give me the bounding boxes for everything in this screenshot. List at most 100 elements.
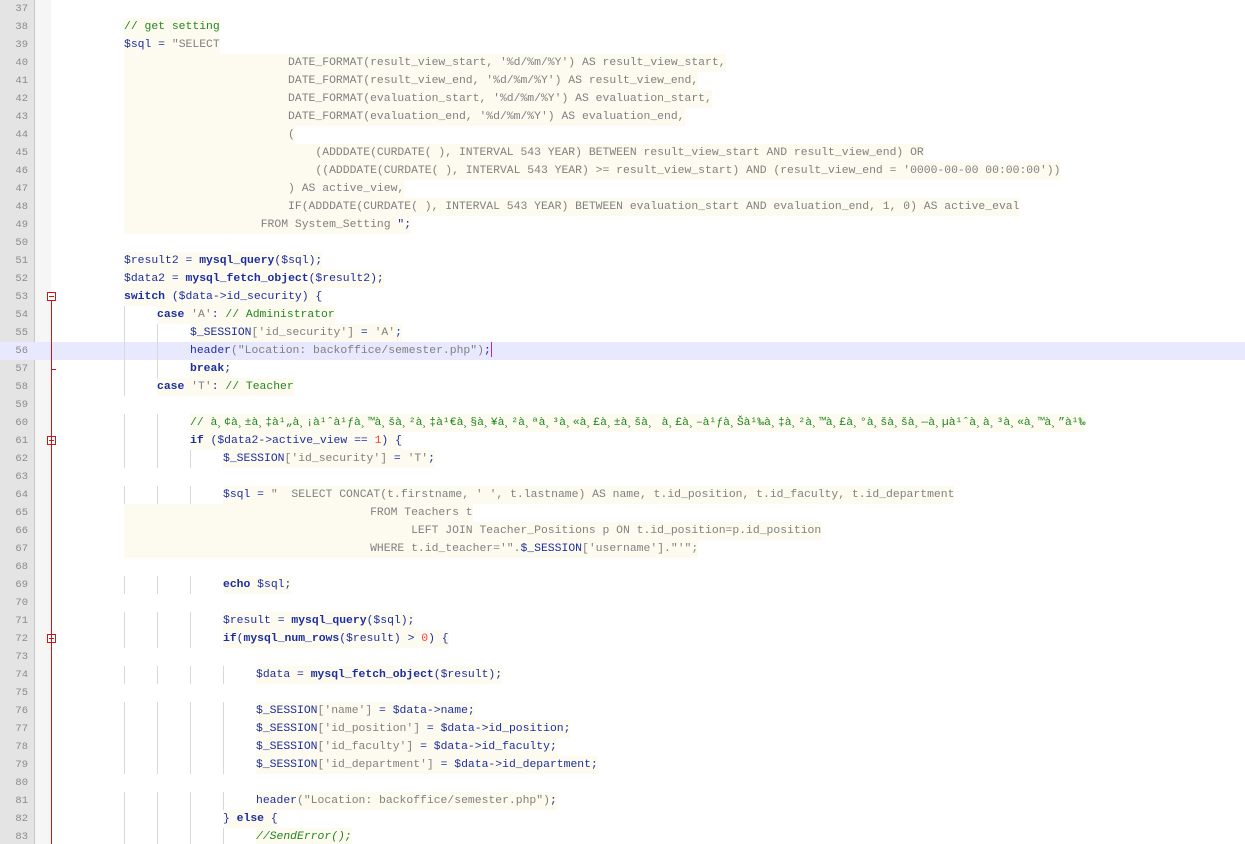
code-line-81[interactable]: 81 header("Location: backoffice/semester.… — [0, 792, 1245, 810]
code-line-58[interactable]: 58 case 'T': // Teacher — [0, 378, 1245, 396]
code-line-45[interactable]: 45 (ADDDATE(CURDATE( ), INTERVAL 543 YEA… — [0, 144, 1245, 162]
code-line-60[interactable]: 60 // à¸¢à¸±à¸‡à¹„à¸¡à¹ˆà¹ƒà¸™à¸šà¸²à¸‡à¹… — [0, 414, 1245, 432]
line-number: 58 — [15, 381, 28, 393]
indent-guide — [124, 792, 125, 810]
code-text: // get setting — [124, 18, 220, 36]
code-line-66[interactable]: 66 LEFT JOIN Teacher_Positions p ON t.id… — [0, 522, 1245, 540]
indent-guide — [124, 828, 125, 844]
indent-guide — [223, 666, 224, 684]
code-line-63[interactable]: 63 — [0, 468, 1245, 486]
code-line-74[interactable]: 74 $data = mysql_fetch_object($result); — [0, 666, 1245, 684]
indent-guide — [190, 486, 191, 504]
code-token: = — [151, 39, 172, 51]
code-line-53[interactable]: 53 switch ($data->id_security) { — [0, 288, 1245, 306]
code-line-49[interactable]: 49 FROM System_Setting "; — [0, 216, 1245, 234]
code-token: ['id_security'] — [284, 453, 388, 465]
code-line-57[interactable]: 57 break; — [0, 360, 1245, 378]
code-text: $_SESSION['id_security'] = 'A'; — [190, 324, 402, 342]
code-line-67[interactable]: 67 WHERE t.id_teacher='".$_SESSION['user… — [0, 540, 1245, 558]
code-token: 'A' — [374, 327, 396, 339]
code-line-68[interactable]: 68 — [0, 558, 1245, 576]
code-line-43[interactable]: 43 DATE_FORMAT(evaluation_end, '%d/%m/%Y… — [0, 108, 1245, 126]
line-number: 50 — [15, 237, 28, 249]
code-line-56[interactable]: 56 header("Location: backoffice/semester.… — [0, 342, 1245, 360]
code-line-79[interactable]: 79 $_SESSION['id_department'] = $data->id… — [0, 756, 1245, 774]
line-number: 70 — [15, 597, 28, 609]
code-line-42[interactable]: 42 DATE_FORMAT(evaluation_start, '%d/%m/… — [0, 90, 1245, 108]
fold-range-line — [51, 301, 52, 844]
code-token: ($sql); — [274, 255, 323, 267]
code-line-40[interactable]: 40 DATE_FORMAT(result_view_start, '%d/%m… — [0, 54, 1245, 72]
code-line-70[interactable]: 70 — [0, 594, 1245, 612]
indent-guide — [223, 828, 224, 844]
indent-guide — [190, 630, 191, 648]
fold-collapse-icon[interactable] — [47, 292, 56, 301]
line-number: 40 — [15, 57, 28, 69]
code-token: $data — [256, 669, 291, 681]
code-line-76[interactable]: 76 $_SESSION['name'] = $data->name; — [0, 702, 1245, 720]
code-line-59[interactable]: 59 — [0, 396, 1245, 414]
code-line-62[interactable]: 62 $_SESSION['id_security'] = 'T'; — [0, 450, 1245, 468]
code-line-71[interactable]: 71 $result = mysql_query($sql); — [0, 612, 1245, 630]
code-line-47[interactable]: 47 ) AS active_view, — [0, 180, 1245, 198]
code-text: echo $sql; — [223, 576, 292, 594]
code-line-78[interactable]: 78 $_SESSION['id_faculty'] = $data->id_fa… — [0, 738, 1245, 756]
code-token: = $data-> — [420, 723, 489, 735]
line-number: 53 — [15, 291, 28, 303]
code-token: ( — [236, 633, 244, 645]
code-token: "SELECT — [171, 39, 220, 51]
code-line-44[interactable]: 44 ( — [0, 126, 1245, 144]
code-token: ($sql); — [366, 615, 415, 627]
code-line-73[interactable]: 73 — [0, 648, 1245, 666]
code-line-48[interactable]: 48 IF(ADDDATE(CURDATE( ), INTERVAL 543 Y… — [0, 198, 1245, 216]
indent-guide — [157, 630, 158, 648]
code-line-75[interactable]: 75 — [0, 684, 1245, 702]
code-line-50[interactable]: 50 — [0, 234, 1245, 252]
code-token: DATE_FORMAT(result_view_end, '%d/%m/%Y')… — [124, 75, 699, 87]
code-token: if — [190, 435, 204, 447]
code-line-52[interactable]: 52 $data2 = mysql_fetch_object($result2); — [0, 270, 1245, 288]
code-line-72[interactable]: 72 if(mysql_num_rows($result) > 0) { — [0, 630, 1245, 648]
code-token: mysql_fetch_object — [310, 669, 434, 681]
code-token: ; — [563, 723, 571, 735]
code-text: FROM Teachers t — [124, 504, 473, 522]
line-number: 54 — [15, 309, 28, 321]
code-line-41[interactable]: 41 DATE_FORMAT(result_view_end, '%d/%m/%… — [0, 72, 1245, 90]
code-text: $data2 = mysql_fetch_object($result2); — [124, 270, 384, 288]
code-token: header — [190, 345, 232, 357]
code-line-54[interactable]: 54 case 'A': // Administrator — [0, 306, 1245, 324]
code-editor[interactable]: 37 38// get setting 39 $sql = "SELECT 40 DAT… — [0, 0, 1245, 844]
line-number: 39 — [15, 39, 28, 51]
code-token: $_SESSION — [520, 543, 582, 555]
code-token: active_view — [272, 435, 348, 447]
indent-guide — [124, 666, 125, 684]
code-token: 'T' — [407, 453, 429, 465]
code-line-77[interactable]: 77 $_SESSION['id_position'] = $data->id_p… — [0, 720, 1245, 738]
code-text: $sql = "SELECT — [124, 36, 220, 54]
code-token: $sql — [124, 39, 152, 51]
code-line-38[interactable]: 38 // get setting — [0, 18, 1245, 36]
line-number: 80 — [15, 777, 28, 789]
indent-guide — [157, 360, 158, 378]
code-text: ((ADDDATE(CURDATE( ), INTERVAL 543 YEAR)… — [124, 162, 1061, 180]
code-token: ($data2-> — [203, 435, 273, 447]
code-token: ; — [428, 453, 435, 465]
code-line-39[interactable]: 39 $sql = "SELECT — [0, 36, 1245, 54]
code-line-82[interactable]: 82} else { — [0, 810, 1245, 828]
code-line-69[interactable]: 69 echo $sql; — [0, 576, 1245, 594]
code-line-83[interactable]: 83 //SendError(); — [0, 828, 1245, 844]
code-line-51[interactable]: 51 $result2 = mysql_query($sql); — [0, 252, 1245, 270]
code-line-46[interactable]: 46 ((ADDDATE(CURDATE( ), INTERVAL 543 YE… — [0, 162, 1245, 180]
code-line-64[interactable]: 64 $sql = " SELECT CONCAT(t.firstname, ' … — [0, 486, 1245, 504]
code-line-61[interactable]: 61 if ($data2->active_view == 1) { — [0, 432, 1245, 450]
line-number: 77 — [15, 723, 28, 735]
line-number: 60 — [15, 417, 28, 429]
code-line-65[interactable]: 65 FROM Teachers t — [0, 504, 1245, 522]
code-line-55[interactable]: 55 $_SESSION['id_security'] = 'A'; — [0, 324, 1245, 342]
text-caret — [490, 342, 492, 358]
code-line-80[interactable]: 80 — [0, 774, 1245, 792]
line-number: 48 — [15, 201, 28, 213]
code-line-37[interactable]: 37 — [0, 0, 1245, 18]
line-number: 46 — [15, 165, 28, 177]
code-token: ) { — [428, 633, 449, 645]
